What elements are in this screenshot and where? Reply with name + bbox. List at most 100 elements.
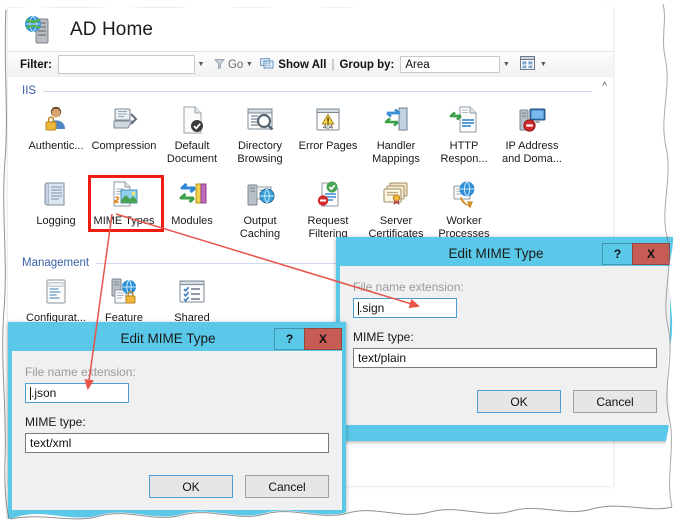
feature-label: Authentic... — [28, 140, 84, 152]
view-mode-icon — [520, 56, 536, 73]
group-header: IIS — [22, 85, 592, 97]
feature-output-caching[interactable]: Output Caching — [226, 178, 294, 241]
cancel-button[interactable]: Cancel — [573, 390, 657, 413]
feature-label: Handler Mappings — [372, 140, 420, 165]
extension-value: .sign — [359, 301, 385, 315]
feature-mime-types[interactable]: MIME Types — [88, 175, 164, 241]
feature-server-certificates[interactable]: Server Certificates — [362, 178, 430, 241]
dialog-inner: Edit MIME Type ? X File name extension: … — [12, 326, 342, 510]
group-by-dropdown-icon[interactable]: ▼ — [500, 56, 512, 73]
feature-error-pages[interactable]: 404 Error Pages — [294, 103, 362, 166]
feature-label: Logging — [36, 215, 76, 227]
feature-http-response-headers[interactable]: HTTP Respon... — [430, 103, 498, 166]
mime-type-value: text/xml — [30, 436, 72, 450]
filter-dropdown-icon[interactable]: ▼ — [195, 56, 207, 73]
view-mode-dropdown-icon[interactable]: ▼ — [537, 56, 549, 73]
feature-modules[interactable]: Modules — [158, 178, 226, 241]
dialog-title: Edit MIME Type — [120, 331, 216, 346]
dialog-button-row: OK Cancel — [25, 475, 329, 498]
extension-value: .json — [31, 386, 57, 400]
mime-type-input[interactable]: text/plain — [353, 348, 657, 368]
group-by-value: Area — [405, 58, 430, 71]
dialog-title: Edit MIME Type — [448, 246, 544, 261]
funnel-icon — [214, 58, 225, 72]
dialog-button-row: OK Cancel — [353, 390, 657, 413]
filter-input[interactable] — [57, 55, 195, 74]
feature-ip-address-restrictions[interactable]: IP Address and Doma... — [498, 103, 566, 166]
go-dropdown-icon[interactable]: ▼ — [243, 56, 255, 73]
svg-text:404: 404 — [323, 125, 334, 131]
worker-processes-icon — [447, 178, 481, 212]
show-all-label: Show All — [278, 58, 327, 71]
feature-worker-processes[interactable]: Worker Processes — [430, 178, 498, 241]
feature-request-filtering[interactable]: Request Filtering — [294, 178, 362, 241]
output-caching-icon — [243, 178, 277, 212]
dialog-title-bar[interactable]: Edit MIME Type ? X — [340, 241, 670, 266]
extension-label: File name extension: — [25, 365, 136, 379]
feature-label: Compression — [91, 140, 157, 152]
close-button[interactable]: X — [304, 327, 342, 350]
server-certificates-icon — [379, 178, 413, 212]
group-title: IIS — [22, 85, 37, 97]
ok-button[interactable]: OK — [149, 475, 233, 498]
error-pages-icon: 404 — [311, 103, 345, 137]
ok-button[interactable]: OK — [477, 390, 561, 413]
mime-type-label: MIME type: — [353, 330, 414, 344]
close-button[interactable]: X — [632, 242, 670, 265]
show-all-button[interactable]: Show All — [260, 57, 326, 72]
help-button[interactable]: ? — [602, 242, 632, 265]
feature-authentication[interactable]: Authentic... — [22, 103, 90, 166]
mime-type-label: MIME type: — [25, 415, 86, 429]
scroll-up-indicator[interactable]: ^ — [602, 81, 607, 92]
cancel-button[interactable]: Cancel — [245, 475, 329, 498]
extension-input[interactable]: .sign — [353, 298, 457, 318]
extension-input[interactable]: .json — [25, 383, 129, 403]
feature-default-document[interactable]: Default Document — [158, 103, 226, 166]
feature-label: Output Caching — [239, 215, 281, 240]
configuration-editor-icon — [39, 275, 73, 309]
feature-compression[interactable]: Compression — [90, 103, 158, 166]
edit-mime-type-dialog-bottom: Edit MIME Type ? X File name extension: … — [8, 322, 346, 526]
extension-label: File name extension: — [353, 280, 464, 294]
feature-label: Modules — [171, 215, 213, 227]
default-document-icon — [175, 103, 209, 137]
server-globe-icon — [22, 14, 54, 46]
feature-delegation-icon — [107, 275, 141, 309]
go-button[interactable]: Go — [214, 58, 243, 72]
go-label: Go — [227, 58, 244, 71]
feature-handler-mappings[interactable]: Handler Mappings — [362, 103, 430, 166]
help-button[interactable]: ? — [274, 327, 304, 350]
icon-row-1: Authentic... Compression Default Documen… — [22, 103, 592, 166]
screenshot-root: AD Home Filter: ▼ Go ▼ Show All | Group … — [0, 0, 680, 526]
view-mode-button[interactable]: ▼ — [520, 56, 549, 73]
group-iis: IIS Authentic... Compression Default Doc… — [22, 85, 592, 241]
mime-type-input[interactable]: text/xml — [25, 433, 329, 453]
show-all-icon — [260, 57, 274, 72]
feature-logging[interactable]: Logging — [22, 178, 90, 241]
group-divider — [43, 90, 592, 92]
dialog-title-bar[interactable]: Edit MIME Type ? X — [12, 326, 342, 351]
page-title: AD Home — [70, 18, 154, 40]
modules-icon — [175, 178, 209, 212]
mime-type-value: text/plain — [358, 351, 407, 365]
handler-mappings-icon — [379, 103, 413, 137]
filter-toolbar: Filter: ▼ Go ▼ Show All | Group by: Area… — [8, 51, 613, 78]
mime-types-icon — [107, 178, 141, 212]
group-title: Management — [22, 257, 90, 269]
feature-directory-browsing[interactable]: Directory Browsing — [226, 103, 294, 166]
icon-row-2: Logging MIME Types Modules Output Cachin… — [22, 175, 592, 241]
dialog-body: File name extension: .json MIME type: te… — [12, 351, 342, 510]
request-filtering-icon — [311, 178, 345, 212]
window-title-row: AD Home — [8, 8, 613, 51]
toolbar-separator: | — [331, 58, 335, 71]
compression-icon — [107, 103, 141, 137]
directory-browsing-icon — [243, 103, 277, 137]
filter-label: Filter: — [20, 58, 52, 71]
feature-label: IP Address and Doma... — [502, 140, 562, 165]
dialog-inner: Edit MIME Type ? X File name extension: … — [340, 241, 670, 425]
http-response-headers-icon — [447, 103, 481, 137]
group-by-select[interactable]: Area — [400, 56, 501, 73]
group-by-label: Group by: — [339, 58, 395, 71]
ip-address-restrictions-icon — [515, 103, 549, 137]
feature-label: Default Document — [166, 140, 218, 165]
